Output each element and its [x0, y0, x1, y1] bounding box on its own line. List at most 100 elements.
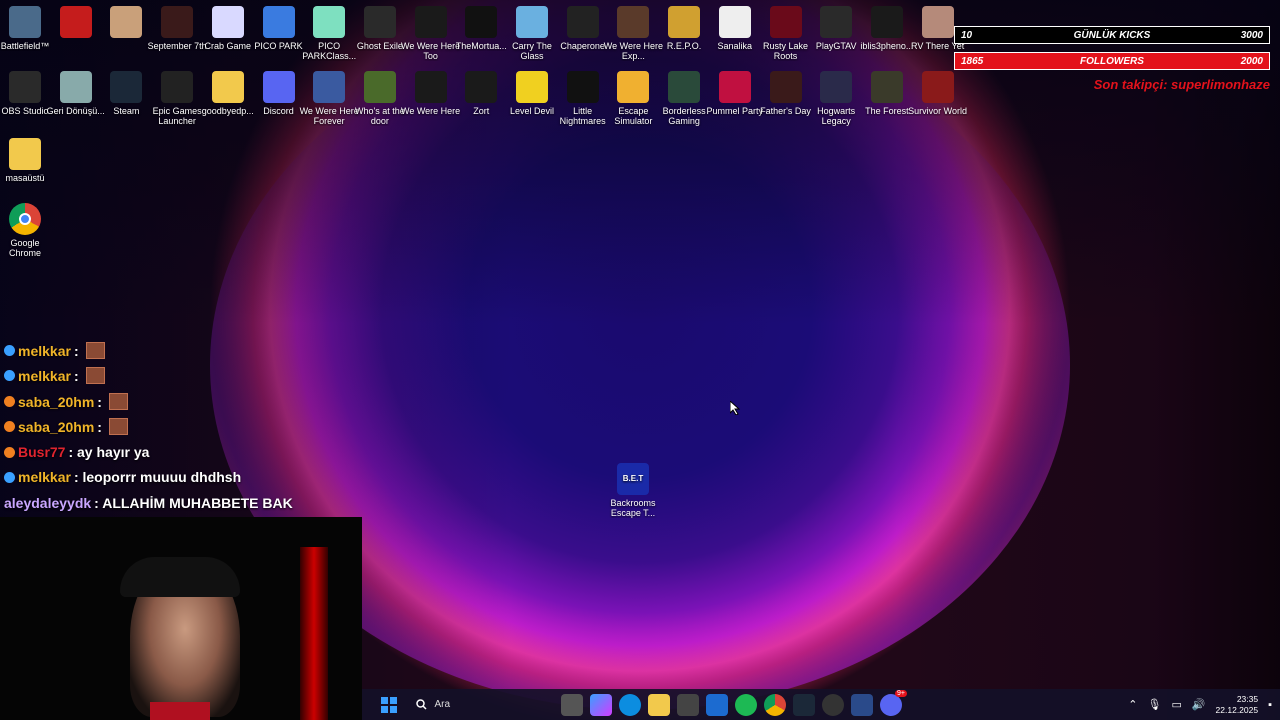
chat-text: :	[97, 418, 102, 435]
chat-text: :	[73, 342, 79, 359]
desktop-icon-row2-19[interactable]: Survivor World	[907, 71, 969, 116]
app-icon	[617, 6, 650, 38]
chat-text: :	[97, 393, 102, 410]
volume-icon[interactable]: 🔊	[1192, 698, 1206, 711]
app-icon	[668, 71, 701, 103]
chrome-taskbar-icon[interactable]	[764, 693, 786, 716]
chat-username: Busr77	[18, 444, 66, 460]
discord-taskbar-icon[interactable]: 9+	[880, 689, 907, 716]
chat-text: :	[73, 367, 79, 384]
app-icon	[313, 71, 346, 103]
app-icon	[110, 71, 143, 103]
notification-icon[interactable]: ▪	[1268, 699, 1272, 711]
chat-text: : ALLAHİM MUHABBETE BAK	[94, 495, 293, 511]
chat-username: aleydaleyydk	[4, 495, 92, 511]
app-icon	[465, 6, 498, 38]
emote-icon	[108, 418, 128, 435]
app-icon	[262, 6, 295, 38]
chat-username: melkkar	[18, 469, 71, 485]
app-icon	[769, 6, 802, 38]
app-icon	[414, 71, 447, 103]
mouse-cursor-icon	[730, 401, 740, 415]
chevron-up-icon[interactable]: ⌃	[1128, 698, 1137, 711]
store-icon[interactable]	[677, 693, 699, 716]
spotify-icon[interactable]	[735, 693, 757, 716]
folder-icon	[9, 138, 41, 170]
app-icon	[110, 6, 143, 38]
app-icon	[921, 6, 954, 38]
desktop-icon-backrooms[interactable]: B.E.T Backrooms Escape T...	[602, 463, 664, 518]
app-icon	[820, 71, 853, 103]
badge-icon	[4, 345, 15, 356]
app-icon	[59, 6, 92, 38]
chrome-icon	[9, 203, 41, 235]
app-icon	[211, 6, 244, 38]
app-icon	[9, 71, 41, 103]
badge-icon	[4, 446, 15, 458]
last-follower-text: Son takipçi: superlimonhaze	[1093, 77, 1270, 92]
chat-message: melkkar:	[4, 367, 105, 384]
app-icon	[617, 71, 650, 103]
network-icon[interactable]: ▭	[1171, 698, 1181, 711]
app-icon	[820, 6, 853, 38]
app-icon	[59, 71, 92, 103]
app-icon	[211, 71, 244, 103]
settings-icon[interactable]	[851, 693, 873, 716]
emote-icon	[85, 367, 105, 384]
chat-message: melkkar: leoporrr muuuu dhdhsh	[4, 469, 241, 485]
chat-message: saba_20hm:	[4, 393, 128, 410]
clock[interactable]: 23:35 22.12.2025	[1216, 694, 1259, 716]
bet-icon: B.E.T	[617, 463, 649, 495]
mail-icon[interactable]	[706, 693, 728, 716]
app-icon	[363, 6, 396, 38]
search-box[interactable]: Ara	[408, 693, 558, 717]
app-icon	[262, 71, 295, 103]
badge-icon	[4, 396, 15, 407]
desktop-icon-masaustu[interactable]: masaüstü	[0, 138, 56, 183]
badge-icon	[4, 370, 15, 381]
app-icon	[769, 71, 802, 103]
app-icon	[718, 6, 751, 38]
microphone-icon[interactable]: 🎙	[1147, 698, 1161, 711]
badge-icon	[4, 471, 15, 483]
start-button[interactable]	[378, 694, 400, 716]
webcam-overlay	[0, 517, 362, 720]
chat-text: : ay hayır ya	[68, 444, 150, 460]
chat-username: saba_20hm	[18, 393, 95, 410]
chat-username: melkkar	[18, 342, 71, 359]
chat-message: Busr77: ay hayır ya	[4, 444, 149, 460]
app-icon	[161, 6, 194, 38]
app-icon	[313, 6, 346, 38]
app-icon	[161, 71, 194, 103]
badge-icon	[4, 421, 15, 432]
chat-message: saba_20hm:	[4, 418, 128, 435]
app-icon	[870, 71, 903, 103]
desktop-icon-google-chrome[interactable]: Google Chrome	[0, 203, 56, 258]
app-icon	[668, 6, 701, 38]
app-icon	[363, 71, 396, 103]
app-icon	[465, 71, 498, 103]
chat-message: melkkar:	[4, 342, 105, 359]
chat-text: : leoporrr muuuu dhdhsh	[73, 469, 242, 485]
search-icon	[415, 699, 427, 710]
app-icon	[414, 6, 447, 38]
emote-icon	[85, 342, 105, 359]
app-icon	[566, 6, 599, 38]
obs-taskbar-icon[interactable]	[822, 693, 844, 716]
chat-username: melkkar	[18, 367, 71, 384]
steam-taskbar-icon[interactable]	[793, 693, 815, 716]
task-view-icon[interactable]	[561, 693, 583, 716]
followers-bar: 1865 FOLLOWERS 2000	[954, 52, 1270, 70]
app-icon	[516, 71, 548, 103]
emote-icon	[108, 393, 128, 410]
copilot-icon[interactable]	[590, 693, 612, 716]
app-icon	[9, 6, 41, 38]
chat-username: saba_20hm	[18, 418, 95, 435]
file-explorer-icon[interactable]	[648, 693, 670, 716]
app-icon	[516, 6, 548, 38]
edge-icon[interactable]	[619, 693, 641, 716]
app-icon	[566, 71, 599, 103]
taskbar: Ara 9+ ⌃ 🎙 ▭ 🔊 23:35 22.12.2025 ▪	[362, 689, 1280, 720]
kicks-bar: 10 GÜNLÜK KICKS 3000	[954, 26, 1270, 44]
app-icon	[870, 6, 903, 38]
